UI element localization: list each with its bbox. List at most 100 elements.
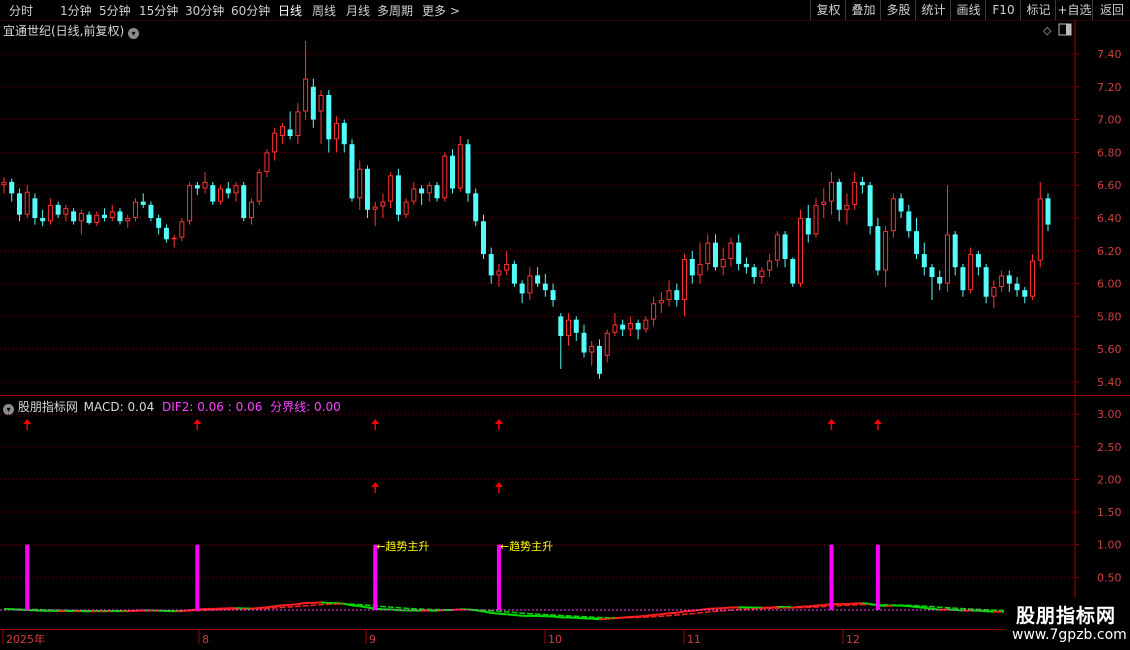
candle-body-down bbox=[635, 322, 641, 330]
candle-body-down bbox=[906, 211, 912, 232]
candle-body-down bbox=[434, 185, 440, 199]
candle-body-down bbox=[620, 324, 626, 330]
dea-line-segment bbox=[707, 610, 716, 613]
candle-body-up bbox=[295, 111, 301, 137]
candle-body-down bbox=[712, 242, 718, 268]
candle-body-up bbox=[682, 259, 688, 300]
date-axis-label: 11 bbox=[687, 633, 701, 646]
diamond-icon[interactable]: ◇ bbox=[1043, 24, 1052, 37]
candle-body-up bbox=[813, 204, 819, 235]
candle-body-down bbox=[16, 193, 22, 215]
candle-body-up bbox=[334, 122, 340, 140]
watermark-url: www.7gpzb.com bbox=[1012, 627, 1127, 643]
candle-body-down bbox=[836, 181, 842, 210]
candle-body-up bbox=[442, 155, 448, 199]
candle-body-up bbox=[705, 242, 711, 264]
candle-body-down bbox=[488, 254, 494, 276]
price-axis-label: 5.40 bbox=[1097, 376, 1122, 389]
candle-body-up bbox=[658, 300, 664, 304]
candle-body-up bbox=[968, 254, 974, 291]
signal-series: ←趋势主升 ←趋势主升 bbox=[23, 419, 882, 610]
candle-body-down bbox=[210, 185, 216, 202]
candle-body-up bbox=[767, 260, 773, 271]
candle-body-down bbox=[790, 259, 796, 284]
dif-line-segment bbox=[290, 603, 298, 606]
panel-toggle-icon-fill bbox=[1066, 24, 1071, 35]
dif-line-segment bbox=[351, 604, 360, 608]
candle-body-up bbox=[728, 242, 734, 260]
candle-body-up bbox=[63, 208, 69, 215]
candle-body-up bbox=[720, 259, 726, 268]
candle-body-down bbox=[859, 181, 865, 186]
candle-body-up bbox=[852, 181, 858, 205]
candle-body-down bbox=[364, 168, 370, 210]
candle-body-down bbox=[805, 218, 811, 235]
candle-body-up bbox=[643, 319, 649, 330]
watermark-title: 股朋指标网 bbox=[1016, 605, 1117, 627]
candle-body-down bbox=[341, 122, 347, 145]
candle-body-up bbox=[589, 345, 595, 353]
candle-body-up bbox=[357, 168, 363, 199]
candle-body-down bbox=[225, 188, 231, 194]
candle-body-up bbox=[256, 172, 262, 202]
dea-line-segment bbox=[498, 610, 507, 613]
signal-bar bbox=[875, 544, 880, 610]
candle-body-down bbox=[535, 275, 541, 284]
candle-body-down bbox=[519, 283, 525, 294]
date-axis-label: 10 bbox=[548, 633, 562, 646]
candle-body-up bbox=[109, 211, 115, 219]
dea-line-segment bbox=[390, 606, 399, 609]
candle-body-up bbox=[279, 126, 285, 137]
candle-body-up bbox=[1037, 198, 1043, 261]
dif-line-segment bbox=[320, 601, 329, 604]
candle-body-up bbox=[380, 201, 386, 207]
candle-body-down bbox=[40, 218, 46, 222]
dea-line-segment bbox=[669, 614, 677, 617]
candle-body-down bbox=[511, 263, 517, 284]
price-axis-label: 6.00 bbox=[1097, 278, 1122, 291]
dif-line-segment bbox=[552, 615, 561, 619]
candle-body-up bbox=[187, 185, 193, 222]
candle-body-down bbox=[1045, 198, 1051, 225]
candle-body-down bbox=[310, 86, 316, 120]
candle-body-up bbox=[944, 234, 950, 284]
dea-line-segment bbox=[297, 604, 306, 608]
top-right-icons: ◇ bbox=[1043, 23, 1072, 37]
candle-body-down bbox=[163, 227, 169, 240]
candle-body-down bbox=[71, 211, 77, 222]
candle-body-up bbox=[496, 270, 502, 276]
dif-line-segment bbox=[645, 614, 654, 617]
chart-canvas[interactable]: ←趋势主升 ←趋势主升 7.40 7.20 7.00 6.80 6.60 6.40 6.20 6… bbox=[0, 0, 1130, 650]
dif-line-segment bbox=[359, 605, 368, 609]
candle-body-up bbox=[372, 206, 378, 210]
candle-body-down bbox=[194, 185, 200, 189]
up-arrow-icon bbox=[23, 419, 32, 430]
candle-body-down bbox=[465, 144, 471, 194]
signal-bar bbox=[25, 544, 30, 610]
dif-line-segment bbox=[924, 606, 933, 610]
candle-body-up bbox=[504, 263, 510, 271]
candle-body-down bbox=[937, 277, 943, 284]
dif-line-segment bbox=[266, 605, 275, 609]
candle-body-down bbox=[1022, 290, 1028, 297]
candle-body-up bbox=[774, 234, 780, 261]
candle-body-up bbox=[627, 322, 633, 330]
dif-line-segment bbox=[514, 614, 523, 617]
dif-line-segment bbox=[591, 617, 600, 621]
candle-body-down bbox=[102, 214, 108, 218]
candle-body-up bbox=[821, 201, 827, 205]
candle-body-down bbox=[140, 201, 146, 205]
dea-line-segment bbox=[359, 603, 368, 606]
dea-line-segment bbox=[274, 606, 283, 609]
dif-line-segment bbox=[668, 611, 677, 615]
candle-body-down bbox=[743, 263, 749, 268]
candle-body-down bbox=[573, 319, 579, 333]
candle-body-up bbox=[78, 213, 84, 222]
candle-body-up bbox=[202, 181, 208, 189]
candle-body-up bbox=[828, 181, 834, 202]
candle-body-down bbox=[86, 214, 92, 223]
price-axis-label: 5.80 bbox=[1097, 310, 1122, 323]
dea-line-segment bbox=[398, 606, 407, 610]
candle-body-down bbox=[689, 259, 695, 276]
candle-body-up bbox=[457, 144, 463, 189]
